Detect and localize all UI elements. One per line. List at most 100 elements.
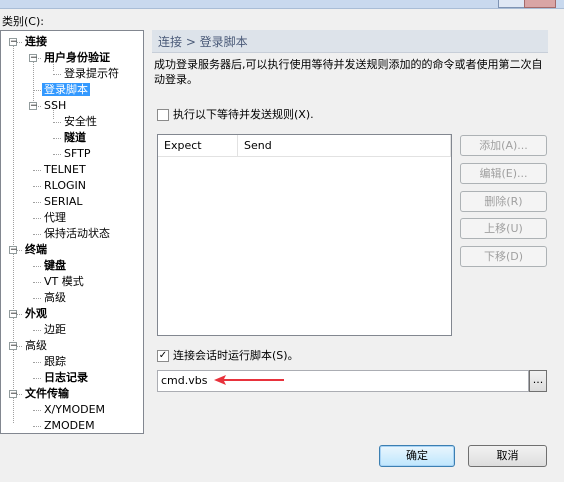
move-down-button[interactable]: 下移(D) bbox=[460, 246, 547, 267]
tree-item-label: 键盘 bbox=[44, 259, 66, 272]
tree-item-label: 隧道 bbox=[64, 131, 86, 144]
tree-item[interactable]: VT 模式 bbox=[44, 274, 84, 290]
tree-guide-line bbox=[33, 362, 41, 363]
tree-item[interactable]: 登录提示符 bbox=[64, 66, 119, 82]
tree-collapse-icon[interactable]: − bbox=[9, 246, 18, 255]
tree-guide-line bbox=[33, 170, 41, 171]
cancel-button[interactable]: 取消 bbox=[468, 445, 547, 467]
tree-item[interactable]: TELNET bbox=[44, 162, 86, 178]
tree-guide-line bbox=[33, 282, 41, 283]
tree-item[interactable]: 边距 bbox=[44, 322, 66, 338]
run-script-label: 连接会话时运行脚本(S)。 bbox=[173, 349, 299, 362]
tree-item-label: 用户身份验证 bbox=[44, 51, 110, 64]
tree-item[interactable]: ZMODEM bbox=[44, 418, 95, 433]
tree-item[interactable]: 高级 bbox=[44, 290, 66, 306]
tree-item-label: 终端 bbox=[25, 243, 47, 256]
wait-send-checkbox[interactable] bbox=[157, 109, 169, 121]
tree-item[interactable]: SERIAL bbox=[44, 194, 82, 210]
breadcrumb: 连接 > 登录脚本 bbox=[158, 35, 248, 49]
ok-button[interactable]: 确定 bbox=[379, 445, 455, 467]
tree-item-label: RLOGIN bbox=[44, 179, 87, 192]
tree-item-label: SSH bbox=[44, 99, 67, 112]
window-titlebar bbox=[0, 0, 564, 9]
category-label: 类别(C): bbox=[2, 15, 44, 28]
tree-collapse-icon[interactable]: − bbox=[9, 38, 18, 47]
run-script-checkbox[interactable]: ✓ bbox=[157, 350, 169, 362]
tree-guide-line bbox=[13, 39, 14, 423]
tree-guide-line bbox=[33, 202, 41, 203]
tree-item-label: 登录脚本 bbox=[42, 83, 90, 96]
tree-guide-line bbox=[33, 378, 41, 379]
tree-guide-line bbox=[33, 266, 41, 267]
tree-guide-line bbox=[33, 234, 41, 235]
tree-item-label: 保持活动状态 bbox=[44, 227, 110, 240]
minimize-button[interactable] bbox=[498, 0, 526, 8]
tree-item[interactable]: 外观 bbox=[25, 306, 47, 322]
tree-item[interactable]: SFTP bbox=[64, 146, 90, 162]
tree-item-label: VT 模式 bbox=[44, 275, 84, 288]
tree-item[interactable]: 键盘 bbox=[44, 258, 66, 274]
tree-item[interactable]: 高级 bbox=[25, 338, 47, 354]
section-header: 连接 > 登录脚本 bbox=[152, 30, 548, 53]
tree-item-label: 跟踪 bbox=[44, 355, 66, 368]
tree-item-label: ZMODEM bbox=[44, 419, 95, 432]
tree-guide-line bbox=[53, 74, 61, 75]
tree-item[interactable]: 连接 bbox=[25, 34, 47, 50]
tree-item-label: 日志记录 bbox=[44, 371, 88, 384]
tree-item-label: 连接 bbox=[25, 35, 47, 48]
tree-collapse-icon[interactable]: − bbox=[29, 102, 38, 111]
tree-item[interactable]: 跟踪 bbox=[44, 354, 66, 370]
tree-item-label: 安全性 bbox=[64, 115, 97, 128]
rules-table[interactable]: Expect Send bbox=[157, 134, 452, 336]
tree-guide-line bbox=[53, 154, 61, 155]
tree-item[interactable]: 保持活动状态 bbox=[44, 226, 110, 242]
tree-item[interactable]: X/YMODEM bbox=[44, 402, 105, 418]
add-rule-button[interactable]: 添加(A)... bbox=[460, 135, 547, 156]
description-text: 成功登录服务器后,可以执行使用等待并发送规则添加的的命令或者使用第二次自动登录。 bbox=[154, 58, 543, 86]
tree-item[interactable]: 隧道 bbox=[64, 130, 86, 146]
tree-guide-line bbox=[33, 298, 41, 299]
tree-guide-line bbox=[33, 186, 41, 187]
tree-collapse-icon[interactable]: − bbox=[29, 54, 38, 63]
close-window-button[interactable] bbox=[524, 0, 556, 8]
tree-item-label: 边距 bbox=[44, 323, 66, 336]
tree-guide-line bbox=[33, 218, 41, 219]
tree-item[interactable]: 终端 bbox=[25, 242, 47, 258]
column-header-send[interactable]: Send bbox=[238, 135, 451, 157]
tree-guide-line bbox=[33, 410, 41, 411]
tree-item-label: SERIAL bbox=[44, 195, 83, 208]
tree-guide-line bbox=[53, 138, 61, 139]
tree-item-label: 文件传输 bbox=[25, 387, 69, 400]
tree-item[interactable]: 文件传输 bbox=[25, 386, 69, 402]
browse-button[interactable]: ... bbox=[529, 370, 547, 392]
delete-rule-button[interactable]: 删除(R) bbox=[460, 191, 547, 212]
tree-item[interactable]: 用户身份验证 bbox=[44, 50, 110, 66]
wait-send-label: 执行以下等待并发送规则(X). bbox=[173, 108, 314, 121]
tree-collapse-icon[interactable]: − bbox=[9, 310, 18, 319]
move-up-button[interactable]: 上移(U) bbox=[460, 218, 547, 239]
tree-guide-line bbox=[33, 426, 41, 427]
tree-item[interactable]: SSH bbox=[44, 98, 66, 114]
tree-item-label: 外观 bbox=[25, 307, 47, 320]
tree-item-label: 高级 bbox=[25, 339, 47, 352]
column-header-expect[interactable]: Expect bbox=[158, 135, 238, 157]
tree-item-label: 登录提示符 bbox=[64, 67, 119, 80]
tree-guide-line bbox=[33, 330, 41, 331]
tree-item-label: TELNET bbox=[44, 163, 86, 176]
tree-item-label: 代理 bbox=[44, 211, 66, 224]
tree-item[interactable]: RLOGIN bbox=[44, 178, 86, 194]
tree-item[interactable]: 代理 bbox=[44, 210, 66, 226]
tree-item-label: 高级 bbox=[44, 291, 66, 304]
tree-item-label: SFTP bbox=[64, 147, 91, 160]
tree-item[interactable]: 日志记录 bbox=[44, 370, 88, 386]
category-tree[interactable]: − 连接 − 用户身份验证 登录提示符 登录脚本 − SSH 安全性 隧道 SFTP TELNET RL… bbox=[0, 30, 144, 434]
tree-guide-line bbox=[33, 90, 41, 91]
tree-collapse-icon[interactable]: − bbox=[9, 390, 18, 399]
tree-item-label: X/YMODEM bbox=[44, 403, 106, 416]
tree-item[interactable]: 安全性 bbox=[64, 114, 97, 130]
annotation-arrow-icon bbox=[214, 375, 284, 385]
tree-item[interactable]: 登录脚本 bbox=[42, 82, 90, 98]
tree-guide-line bbox=[53, 122, 61, 123]
tree-collapse-icon[interactable]: − bbox=[9, 342, 18, 351]
edit-rule-button[interactable]: 编辑(E)... bbox=[460, 163, 547, 184]
